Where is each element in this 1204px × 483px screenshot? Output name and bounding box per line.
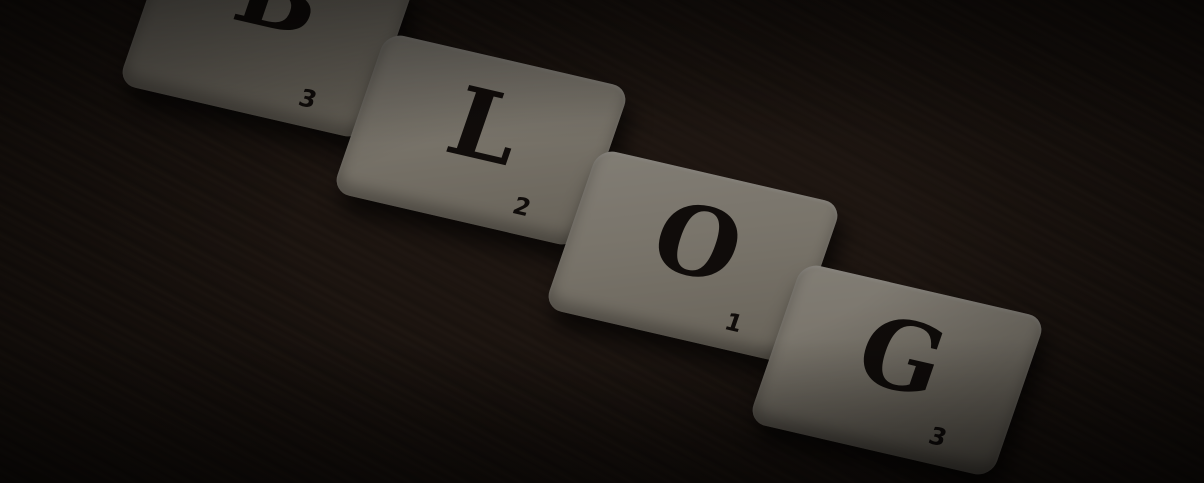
scrabble-tile-g: G 3 bbox=[747, 262, 1047, 478]
tile-score: 3 bbox=[925, 421, 951, 453]
tile-score: 1 bbox=[721, 307, 747, 339]
tile-score: 2 bbox=[509, 191, 535, 223]
tile-letter: B bbox=[142, 0, 417, 70]
tile-letter: G bbox=[843, 293, 961, 420]
tile-score: 3 bbox=[295, 83, 321, 115]
blog-scrabble-photo: B 3 L 2 O 1 G 3 bbox=[0, 0, 1204, 483]
tile-letter: L bbox=[434, 64, 538, 188]
